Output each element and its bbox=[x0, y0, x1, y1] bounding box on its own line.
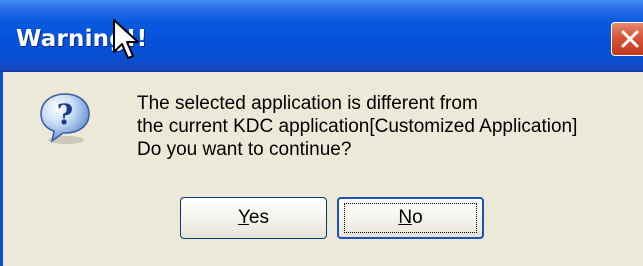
yes-accesskey: Y bbox=[237, 207, 249, 228]
question-icon: ? bbox=[40, 93, 90, 144]
warning-dialog: Warning!! ? The selected application is … bbox=[0, 0, 643, 266]
yes-button[interactable]: Yes bbox=[180, 197, 327, 239]
yes-button-label: Yes bbox=[238, 207, 269, 228]
message-text: The selected application is different fr… bbox=[137, 92, 643, 161]
no-accesskey: N bbox=[398, 207, 413, 228]
message-line: Do you want to continue? bbox=[137, 139, 352, 160]
no-button[interactable]: No bbox=[337, 197, 484, 239]
no-label-rest: o bbox=[412, 207, 423, 228]
close-button[interactable] bbox=[611, 22, 643, 56]
message-line: the current KDC application[Customized A… bbox=[137, 116, 578, 137]
mouse-cursor-icon bbox=[113, 19, 139, 59]
close-icon bbox=[621, 30, 639, 48]
no-button-label: No bbox=[398, 207, 422, 228]
title-bar[interactable]: Warning!! bbox=[0, 0, 643, 72]
window-border bbox=[0, 72, 3, 266]
message-line: The selected application is different fr… bbox=[137, 93, 478, 114]
svg-text:?: ? bbox=[57, 98, 73, 131]
yes-label-rest: es bbox=[248, 207, 269, 228]
